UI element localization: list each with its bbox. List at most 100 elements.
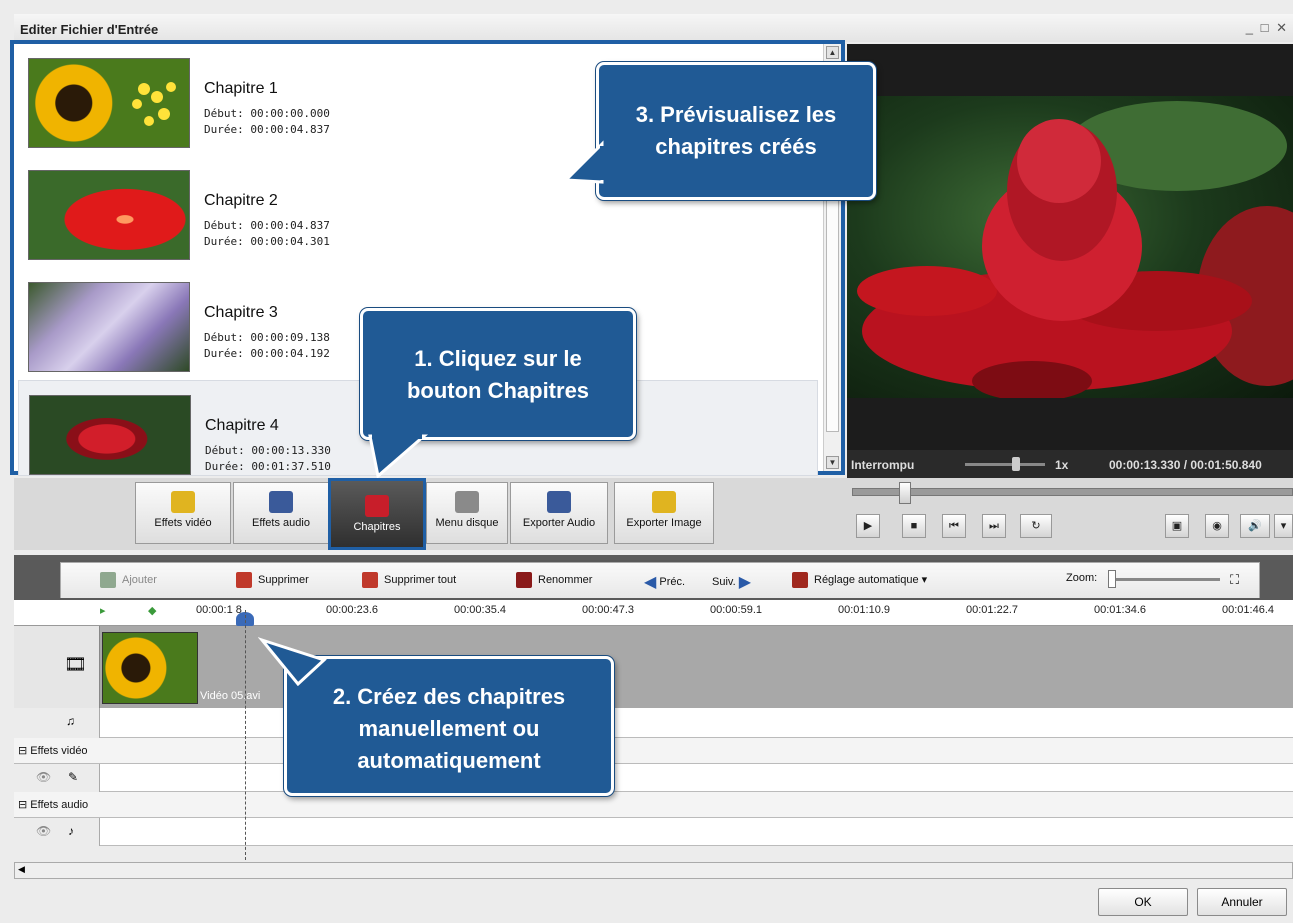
video-effects-group[interactable]: [14, 738, 1293, 764]
chapter-times: Début: 00:00:04.837 Durée: 00:00:04.301: [204, 219, 330, 248]
exporter-image-button[interactable]: Exporter Image: [614, 482, 714, 544]
chapter-times: Début: 00:00:13.330 Durée: 00:01:37.510: [205, 444, 331, 473]
chapter-times: Début: 00:00:00.000 Durée: 00:00:04.837: [204, 107, 330, 136]
suiv-button[interactable]: Suiv. ▶: [712, 572, 751, 592]
player-speed: 1x: [1055, 458, 1069, 472]
video-track-header: 🎞: [14, 626, 100, 708]
timeline-empty-area: [14, 846, 1293, 862]
annuler-button[interactable]: Annuler: [1197, 888, 1287, 916]
scroll-left-arrow[interactable]: ◀: [18, 864, 25, 875]
chapter-thumbnail: [28, 170, 190, 260]
prev-frame-button[interactable]: ⏮: [942, 514, 966, 538]
menu-disque-button[interactable]: Menu disque: [426, 482, 508, 544]
exporter-audio-button[interactable]: Exporter Audio: [510, 482, 608, 544]
video-clip-thumbnail[interactable]: [102, 632, 198, 704]
chapter-marker[interactable]: ◆: [148, 604, 156, 617]
video-preview-frame: [847, 96, 1293, 398]
ajouter-button[interactable]: Ajouter: [100, 572, 157, 588]
window-controls[interactable]: _ □ ✕: [1246, 20, 1289, 36]
volume-icon[interactable]: 🔊: [1240, 514, 1270, 538]
delete-all-icon: [362, 572, 378, 588]
player-status-bar: Interrompu 1x 00:00:13.330 / 00:01:50.84…: [847, 450, 1293, 478]
export-image-icon: [652, 491, 676, 513]
add-icon: [100, 572, 116, 588]
fullscreen-icon[interactable]: ▣: [1165, 514, 1189, 538]
zoom-fit-icon[interactable]: ⛶: [1230, 572, 1239, 588]
loop-button[interactable]: ↻: [1020, 514, 1052, 538]
zoom-slider-thumb[interactable]: [1108, 570, 1116, 588]
stop-button[interactable]: ■: [902, 514, 926, 538]
video-effects-track-header: 👁 ✎: [14, 764, 100, 792]
reglage-automatique-dropdown[interactable]: Réglage automatique ▾: [792, 572, 927, 588]
audio-effects-group[interactable]: [14, 792, 1293, 818]
scroll-down-arrow[interactable]: ▼: [826, 456, 839, 469]
chapter-name: Chapitre 3: [204, 304, 278, 321]
ruler-tick: 00:01:34.6: [1094, 604, 1146, 616]
speed-slider-thumb[interactable]: [1012, 457, 1020, 471]
effets-audio-button[interactable]: Effets audio: [233, 482, 329, 544]
callout-preview-tail: [564, 140, 604, 184]
chapter-name: Chapitre 2: [204, 192, 278, 209]
audio-track-header: ♫: [14, 708, 100, 738]
renommer-button[interactable]: Renommer: [516, 572, 592, 588]
film-icon: 🎞: [64, 654, 87, 674]
audio-track: [14, 708, 1293, 738]
chapter-times: Début: 00:00:09.138 Durée: 00:00:04.192: [204, 331, 330, 360]
play-button[interactable]: ▶: [856, 514, 880, 538]
video-effects-track: [14, 764, 1293, 792]
player-time: 00:00:13.330 / 00:01:50.840: [1109, 458, 1262, 472]
zoom-label: Zoom:: [1066, 572, 1098, 584]
effets-video-button[interactable]: Effets vidéo: [135, 482, 231, 544]
rename-icon: [516, 572, 532, 588]
ruler-tick: 00:00:1 8: [196, 604, 242, 616]
arrow-left-icon: ◀: [644, 574, 657, 591]
audio-effects-track-header: 👁 ♪: [14, 818, 100, 846]
supprimer-tout-button[interactable]: Supprimer tout: [362, 572, 456, 588]
chapter-marker[interactable]: ▸: [100, 604, 106, 617]
seek-bar[interactable]: [852, 488, 1293, 496]
chapitres-button[interactable]: Chapitres: [328, 478, 426, 550]
video-effects-icon: [171, 491, 195, 513]
window-title: Editer Fichier d'Entrée: [20, 22, 159, 37]
callout-create-chapters: 2. Créez des chapitres manuellement ou a…: [284, 656, 614, 796]
video-effects-group-label[interactable]: ⊟ Effets vidéo: [18, 744, 88, 757]
prec-button[interactable]: ◀ Préc.: [644, 572, 685, 592]
supprimer-button[interactable]: Supprimer: [236, 572, 309, 588]
auto-chapters-icon: [792, 572, 808, 588]
audio-effects-group-label[interactable]: ⊟ Effets audio: [18, 798, 88, 811]
audio-effect-icon: ♪: [68, 824, 74, 838]
chapter-thumbnail: [28, 58, 190, 148]
audio-effects-track: [14, 818, 1293, 846]
zoom-slider[interactable]: [1110, 578, 1220, 581]
delete-icon: [236, 572, 252, 588]
playhead-line: [245, 610, 246, 860]
timeline-horizontal-scrollbar[interactable]: ◀: [14, 862, 1293, 879]
speed-slider[interactable]: [965, 463, 1045, 466]
callout-create-tail: [258, 637, 327, 686]
arrow-right-icon: ▶: [738, 574, 752, 591]
chapter-name: Chapitre 1: [204, 80, 278, 97]
video-effect-icon: ✎: [68, 770, 79, 784]
chapters-icon: [365, 495, 389, 517]
callout-chapitres-tail: [368, 434, 428, 478]
dropdown-arrow-icon: ▾: [921, 573, 928, 586]
ruler-tick: 00:01:46.4: [1222, 604, 1274, 616]
chapter-thumbnail: [28, 282, 190, 372]
eye-icon[interactable]: 👁: [36, 770, 51, 784]
video-clip-label: Vidéo 05.avi: [200, 690, 261, 702]
ruler-tick: 00:00:23.6: [326, 604, 378, 616]
ok-button[interactable]: OK: [1098, 888, 1188, 916]
callout-preview: 3. Prévisualisez les chapitres créés: [596, 62, 876, 200]
seek-thumb[interactable]: [899, 482, 911, 504]
snapshot-icon[interactable]: ◉: [1205, 514, 1229, 538]
ruler-tick: 00:00:35.4: [454, 604, 506, 616]
player-status: Interrompu: [851, 458, 915, 472]
volume-menu-icon[interactable]: ▾: [1274, 514, 1293, 538]
next-frame-button[interactable]: ⏭: [982, 514, 1006, 538]
ruler-tick: 00:00:47.3: [582, 604, 634, 616]
eye-icon[interactable]: 👁: [36, 824, 51, 838]
callout-chapitres: 1. Cliquez sur le bouton Chapitres: [360, 308, 636, 440]
scroll-up-arrow[interactable]: ▲: [826, 46, 839, 59]
chapter-thumbnail: [29, 395, 191, 475]
ruler-tick: 00:00:59.1: [710, 604, 762, 616]
